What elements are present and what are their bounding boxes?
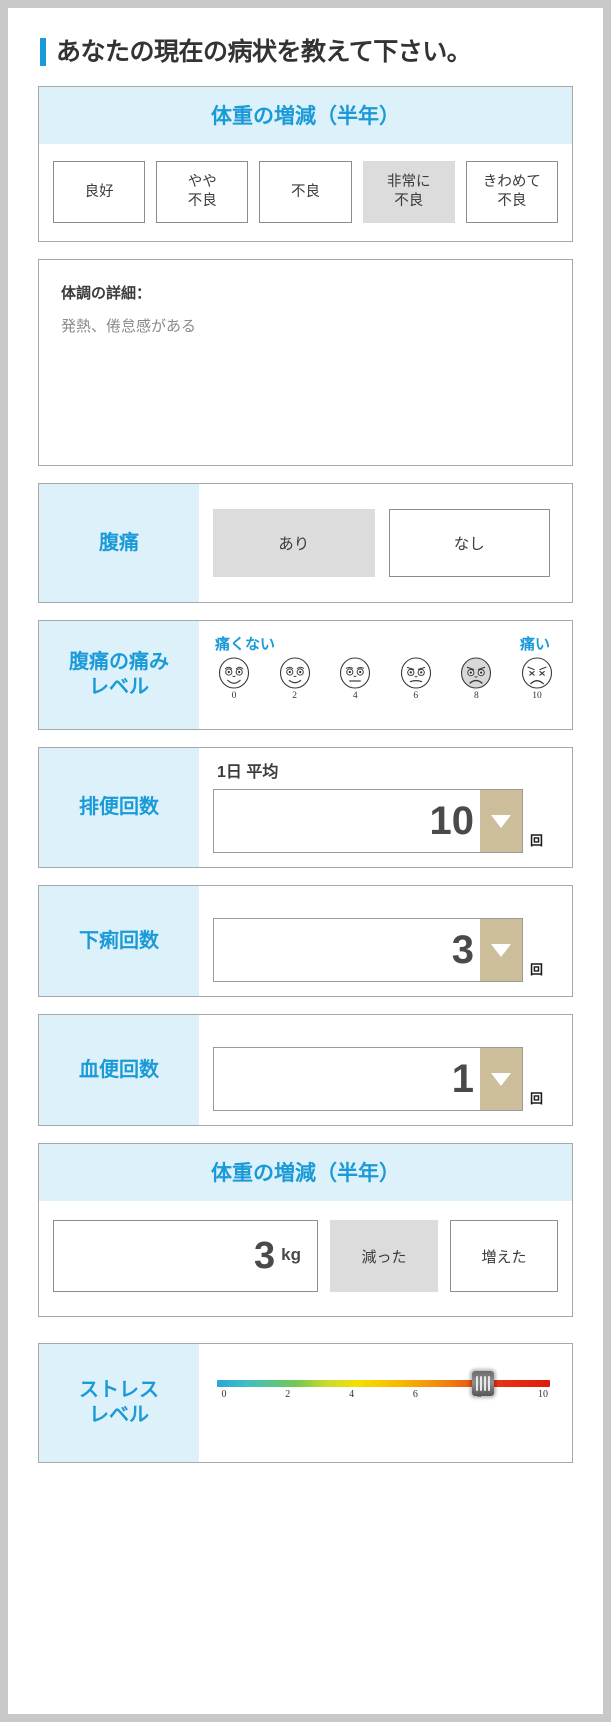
- weight-change-heading: 体重の増減（半年）: [39, 1144, 572, 1201]
- bowel-count-dropdown-button[interactable]: [480, 790, 522, 852]
- bowel-count-unit: 回: [530, 833, 544, 848]
- sad-face-selected-icon: [461, 657, 492, 689]
- chevron-down-icon: [491, 1072, 511, 1086]
- neutral-face-icon: [340, 657, 371, 689]
- stress-tick-6: 6: [412, 1389, 418, 1400]
- stress-slider-thumb[interactable]: [472, 1371, 495, 1396]
- weight-change-card: 体重の増減（半年） 3 kg 減った 増えた: [38, 1143, 573, 1317]
- page-title-text: あなたの現在の病状を教えて下さい。: [56, 37, 472, 66]
- bowel-count-average-label: 1日 平均: [217, 764, 279, 781]
- weight-change-option-decreased[interactable]: 減った: [330, 1220, 438, 1292]
- pain-face-8[interactable]: 8: [459, 656, 493, 701]
- pain-face-10-label: 10: [532, 691, 542, 701]
- stress-tick-10: 10: [537, 1389, 548, 1400]
- bowel-count-select[interactable]: 10: [213, 789, 523, 853]
- abdominal-pain-row: 腹痛 あり なし: [38, 483, 573, 603]
- happy-face-icon: [279, 657, 310, 689]
- condition-detail-value[interactable]: 発熱、倦怠感がある: [61, 316, 550, 339]
- abdominal-pain-option-nashi[interactable]: なし: [388, 509, 550, 577]
- diarrhea-count-value: 3: [451, 928, 474, 972]
- bloody-stool-count-select[interactable]: 1: [213, 1047, 523, 1111]
- bloody-stool-count-value: 1: [451, 1057, 474, 1101]
- bloody-stool-count-label: 血便回数: [39, 1015, 199, 1125]
- condition-option-ryoko[interactable]: 良好: [53, 161, 146, 223]
- stress-level-slider[interactable]: 0 2 4 6 8 10: [217, 1371, 550, 1400]
- pain-face-6[interactable]: 6: [399, 656, 433, 701]
- condition-card: 体重の増減（半年） 良好 やや 不良 不良 非常に 不良 きわめて 不良: [38, 86, 573, 242]
- abdominal-pain-label: 腹痛: [39, 484, 199, 602]
- condition-option-furyo[interactable]: 不良: [259, 161, 352, 223]
- weight-change-value: 3: [254, 1235, 276, 1277]
- diarrhea-count-row: 下痢回数 3 回: [38, 885, 573, 997]
- weight-change-input[interactable]: 3 kg: [53, 1220, 318, 1292]
- pain-level-right-end: 痛い: [519, 636, 550, 653]
- condition-detail-label: 体調の詳細：: [61, 285, 152, 302]
- pain-face-10[interactable]: 10: [520, 656, 554, 701]
- crying-face-icon: [521, 657, 553, 689]
- pain-level-row: 腹痛の痛み レベル 痛くない 痛い 0 2 4 6 8 10: [38, 620, 573, 730]
- bowel-count-label: 排便回数: [39, 748, 199, 867]
- weight-change-option-increased[interactable]: 増えた: [450, 1220, 558, 1292]
- bloody-stool-count-dropdown-button[interactable]: [480, 1048, 522, 1110]
- pain-level-left-end: 痛くない: [215, 636, 276, 653]
- stress-level-label: ストレス レベル: [39, 1344, 199, 1462]
- happy-face-icon: [218, 657, 250, 689]
- bloody-stool-count-unit: 回: [530, 1091, 544, 1106]
- stress-tick-4: 4: [349, 1389, 355, 1400]
- pain-face-2[interactable]: 2: [278, 656, 312, 701]
- pain-face-0-label: 0: [231, 691, 237, 701]
- stress-tick-0: 0: [221, 1389, 227, 1400]
- stress-level-row: ストレス レベル 0 2 4 6 8 10: [38, 1343, 573, 1463]
- condition-options: 良好 やや 不良 不良 非常に 不良 きわめて 不良: [39, 144, 572, 241]
- pain-face-4[interactable]: 4: [338, 656, 372, 701]
- pain-level-scale: 0 2 4 6 8 10: [213, 656, 558, 701]
- questionnaire-page: あなたの現在の病状を教えて下さい。 体重の増減（半年） 良好 やや 不良 不良 …: [8, 8, 603, 1714]
- slight-frown-face-icon: [400, 657, 431, 689]
- bloody-stool-count-row: 血便回数 1 回: [38, 1014, 573, 1126]
- pain-level-label: 腹痛の痛み レベル: [39, 621, 199, 729]
- weight-change-unit: kg: [281, 1245, 301, 1264]
- stress-slider-track[interactable]: [217, 1380, 550, 1387]
- abdominal-pain-option-ari[interactable]: あり: [213, 509, 375, 577]
- pain-face-6-label: 6: [413, 691, 419, 701]
- bowel-count-value: 10: [429, 799, 475, 843]
- pain-face-0[interactable]: 0: [217, 656, 251, 701]
- diarrhea-count-select[interactable]: 3: [213, 918, 523, 982]
- chevron-down-icon: [491, 814, 511, 828]
- diarrhea-count-label: 下痢回数: [39, 886, 199, 996]
- title-accent-bar: [40, 38, 46, 66]
- condition-option-yaya-furyo[interactable]: やや 不良: [156, 161, 249, 223]
- diarrhea-count-dropdown-button[interactable]: [480, 919, 522, 981]
- pain-face-8-label: 8: [474, 691, 479, 701]
- condition-heading: 体重の増減（半年）: [39, 87, 572, 144]
- abdominal-pain-options: あり なし: [199, 484, 572, 602]
- stress-tick-2: 2: [285, 1389, 291, 1400]
- pain-face-4-label: 4: [352, 691, 358, 701]
- bowel-count-row: 排便回数 1日 平均 10 回: [38, 747, 573, 868]
- condition-option-kiwamete-furyo[interactable]: きわめて 不良: [465, 161, 559, 223]
- diarrhea-count-unit: 回: [530, 962, 544, 977]
- stress-slider-ticks: 0 2 4 6 8 10: [217, 1389, 550, 1400]
- page-title: あなたの現在の病状を教えて下さい。: [40, 38, 573, 66]
- pain-face-2-label: 2: [292, 691, 297, 701]
- condition-option-hijoni-furyo[interactable]: 非常に 不良: [362, 161, 455, 223]
- chevron-down-icon: [491, 943, 511, 957]
- condition-detail-card[interactable]: 体調の詳細： 発熱、倦怠感がある: [38, 259, 573, 466]
